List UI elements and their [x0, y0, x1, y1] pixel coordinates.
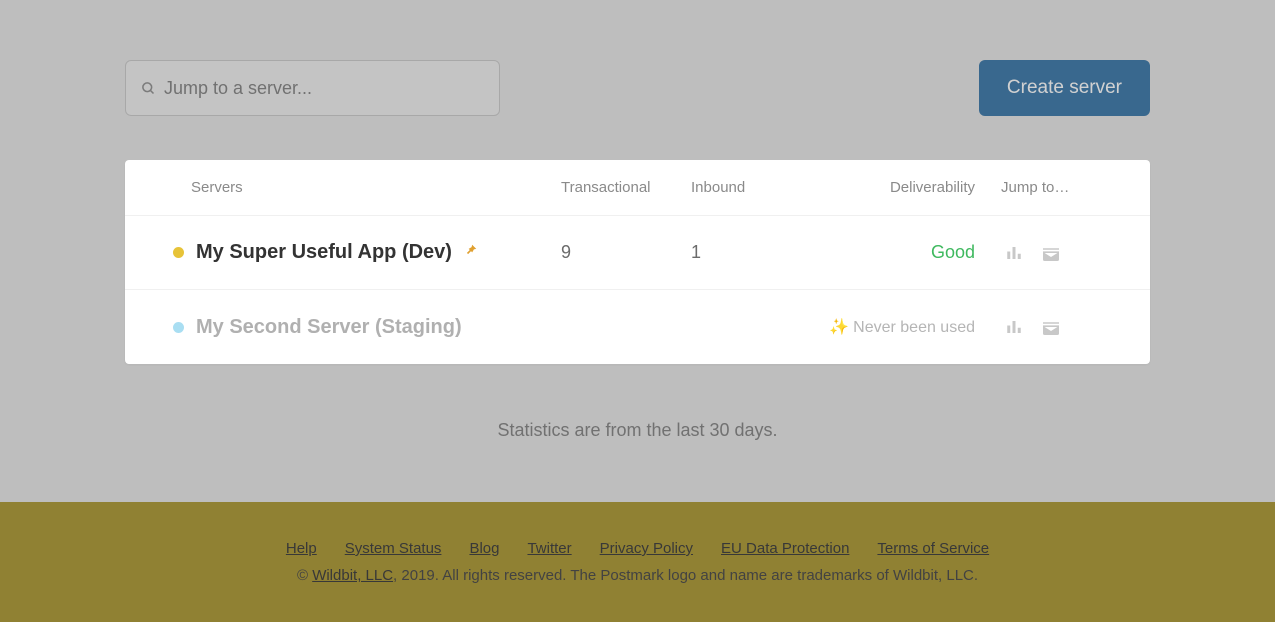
footer-link-blog[interactable]: Blog: [469, 540, 499, 557]
col-inbound: Inbound: [685, 179, 805, 196]
col-jump: Jump to…: [995, 179, 1115, 196]
mail-icon[interactable]: [1041, 319, 1061, 335]
footer-link-eu[interactable]: EU Data Protection: [721, 540, 849, 557]
servers-panel: Servers Transactional Inbound Deliverabi…: [125, 160, 1150, 364]
server-color-dot: [173, 247, 184, 258]
create-server-button[interactable]: Create server: [979, 60, 1150, 116]
table-row[interactable]: My Super Useful App (Dev) 9 1 Good: [125, 216, 1150, 290]
sparkle-icon: ✨: [829, 319, 849, 336]
stats-icon[interactable]: [1005, 244, 1023, 262]
pin-icon: [464, 243, 478, 262]
inbound-value: 1: [685, 242, 805, 263]
mail-icon[interactable]: [1041, 245, 1061, 261]
search-icon: [140, 80, 156, 96]
col-transactional: Transactional: [555, 179, 685, 196]
server-name[interactable]: My Super Useful App (Dev): [196, 241, 452, 264]
stats-note: Statistics are from the last 30 days.: [0, 420, 1275, 441]
footer-link-help[interactable]: Help: [286, 540, 317, 557]
footer-link-status[interactable]: System Status: [345, 540, 442, 557]
col-deliverability: Deliverability: [805, 179, 995, 196]
stats-icon[interactable]: [1005, 318, 1023, 336]
search-input[interactable]: [164, 78, 485, 99]
footer-link-tos[interactable]: Terms of Service: [877, 540, 989, 557]
server-color-dot: [173, 322, 184, 333]
footer-link-twitter[interactable]: Twitter: [527, 540, 571, 557]
server-name[interactable]: My Second Server (Staging): [196, 316, 462, 339]
footer: Help System Status Blog Twitter Privacy …: [0, 502, 1275, 622]
table-row[interactable]: My Second Server (Staging) ✨Never been u…: [125, 290, 1150, 364]
deliverability-value: ✨Never been used: [829, 319, 975, 336]
footer-links: Help System Status Blog Twitter Privacy …: [286, 540, 989, 557]
transactional-value: 9: [555, 242, 685, 263]
search-box[interactable]: [125, 60, 500, 116]
table-header-row: Servers Transactional Inbound Deliverabi…: [125, 160, 1150, 216]
footer-copyright: © Wildbit, LLC, 2019. All rights reserve…: [297, 567, 978, 584]
footer-wildbit-link[interactable]: Wildbit, LLC: [312, 567, 393, 584]
deliverability-value: Good: [931, 242, 975, 262]
col-servers: Servers: [185, 179, 555, 196]
footer-link-privacy[interactable]: Privacy Policy: [600, 540, 693, 557]
